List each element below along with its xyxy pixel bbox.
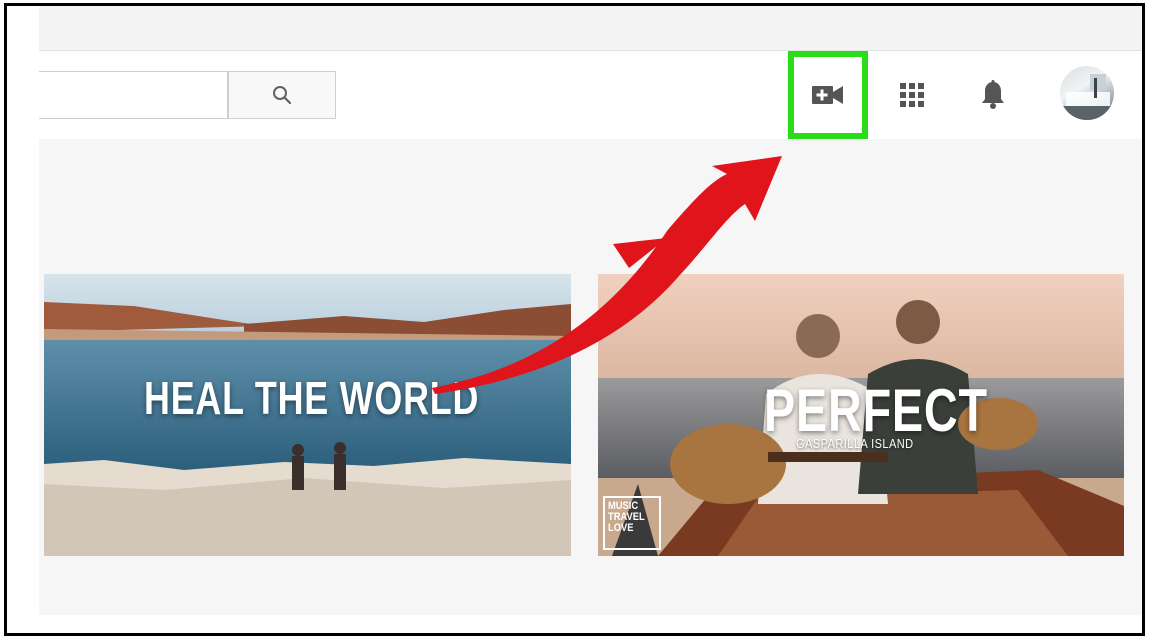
apps-grid-icon	[900, 83, 924, 107]
video-thumbnail[interactable]: HEAL THE WORLD	[44, 274, 571, 556]
content-area: HEAL THE WORLD PERFECT GASPARILLA ISLAND…	[39, 139, 1142, 615]
search-input[interactable]	[39, 71, 228, 119]
avatar[interactable]	[1060, 66, 1114, 120]
video-subtitle: GASPARILLA ISLAND	[796, 436, 914, 451]
channel-logo: MUSIC TRAVEL LOVE	[603, 496, 661, 550]
bell-icon	[982, 80, 1004, 109]
video-title-1: HEAL THE WORLD	[144, 372, 480, 424]
masthead	[39, 51, 1142, 139]
video-camera-plus-icon	[812, 86, 843, 104]
video-title-2: PERFECT	[764, 377, 988, 444]
notifications-button[interactable]	[965, 67, 1021, 123]
avatar-image	[1060, 74, 1114, 120]
search-icon	[273, 86, 292, 105]
create-video-button[interactable]	[800, 67, 856, 123]
browser-top-strip	[39, 6, 1142, 51]
video-thumbnail[interactable]: PERFECT GASPARILLA ISLAND MUSIC TRAVEL L…	[598, 274, 1124, 556]
search-button[interactable]	[228, 71, 336, 119]
apps-button[interactable]	[884, 67, 940, 123]
screenshot-frame: HEAL THE WORLD PERFECT GASPARILLA ISLAND…	[4, 3, 1145, 636]
